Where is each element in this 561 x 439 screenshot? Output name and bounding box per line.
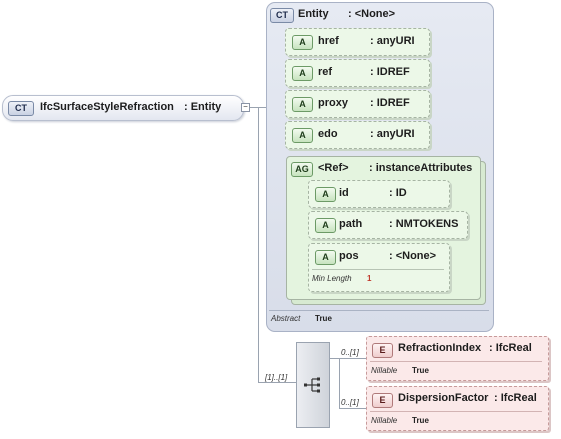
- element-type: : IfcReal: [494, 392, 537, 404]
- element-dispersion-factor[interactable]: E DispersionFactor : IfcReal Nillable Tr…: [366, 386, 549, 431]
- attribute-icon: A: [315, 187, 336, 202]
- attribute-name: pos: [339, 250, 359, 262]
- element-icon: E: [372, 343, 393, 358]
- connector: [339, 358, 340, 408]
- attribute-proxy[interactable]: A proxy : IDREF: [285, 90, 430, 118]
- attribute-icon: A: [315, 218, 336, 233]
- facet-label: Min Length: [312, 274, 352, 283]
- element-icon: E: [372, 393, 393, 408]
- element-name: DispersionFactor: [398, 392, 489, 404]
- sequence-icon: [304, 377, 320, 393]
- attribute-path[interactable]: A path : NMTOKENS: [308, 211, 468, 239]
- nillable-divider: [370, 361, 542, 362]
- connector: [258, 107, 266, 108]
- nillable-label: Nillable: [371, 416, 398, 425]
- abstract-divider: [269, 310, 489, 311]
- nillable-label: Nillable: [371, 366, 398, 375]
- attribute-name: id: [339, 187, 349, 199]
- root-type: : Entity: [184, 101, 222, 113]
- entity-name: Entity: [298, 8, 329, 20]
- attribute-group-icon: AG: [291, 162, 313, 177]
- attribute-icon: A: [315, 250, 336, 265]
- attribute-edo[interactable]: A edo : anyURI: [285, 121, 430, 149]
- attribute-id[interactable]: A id : ID: [308, 180, 450, 208]
- attribute-type: : ID: [389, 187, 407, 199]
- connector: [339, 408, 366, 409]
- connector: [258, 382, 296, 383]
- attribute-ref[interactable]: A ref : IDREF: [285, 59, 430, 87]
- attribute-name: href: [318, 35, 339, 47]
- attribute-icon: A: [292, 35, 313, 50]
- element-type: : IfcReal: [489, 342, 532, 354]
- sequence-multiplicity: [1]..[1]: [265, 373, 288, 382]
- abstract-value: True: [315, 314, 332, 323]
- attribute-icon: A: [292, 97, 313, 112]
- attribute-name: ref: [318, 66, 333, 78]
- attribute-icon: A: [292, 66, 313, 81]
- attribute-name: edo: [318, 128, 338, 140]
- element-multiplicity: 0..[1]: [341, 348, 359, 357]
- attribute-type: : anyURI: [370, 35, 415, 47]
- element-name: RefractionIndex: [398, 342, 482, 354]
- attribute-href[interactable]: A href : anyURI: [285, 28, 430, 56]
- attribute-name: proxy: [318, 97, 348, 109]
- attribute-name: path: [339, 218, 363, 230]
- attribute-group-type: : instanceAttributes: [369, 162, 473, 174]
- element-refraction-index[interactable]: E RefractionIndex : IfcReal Nillable Tru…: [366, 336, 549, 381]
- attribute-type: : <None>: [389, 250, 437, 262]
- element-multiplicity: 0..[1]: [341, 398, 359, 407]
- nillable-divider: [370, 411, 542, 412]
- entity-type: : <None>: [348, 8, 396, 20]
- abstract-label: Abstract: [271, 314, 301, 323]
- connector: [329, 358, 339, 359]
- attribute-icon: A: [292, 128, 313, 143]
- nillable-value: True: [412, 416, 429, 425]
- attribute-type: : IDREF: [370, 66, 410, 78]
- complex-type-icon: CT: [8, 101, 34, 116]
- attribute-type: : anyURI: [370, 128, 415, 140]
- attribute-type: : IDREF: [370, 97, 410, 109]
- attribute-group-name: <Ref>: [318, 162, 349, 174]
- root-complex-type[interactable]: CT IfcSurfaceStyleRefraction : Entity: [2, 95, 244, 121]
- attribute-pos[interactable]: A pos : <None> Min Length 1: [308, 243, 450, 292]
- facet-divider: [312, 269, 444, 270]
- connector: [258, 107, 259, 382]
- nillable-value: True: [412, 366, 429, 375]
- attribute-type: : NMTOKENS: [389, 218, 459, 230]
- complex-type-icon: CT: [270, 8, 294, 23]
- root-name: IfcSurfaceStyleRefraction: [40, 101, 174, 113]
- collapse-toggle[interactable]: −: [241, 103, 250, 112]
- connector: [339, 358, 366, 359]
- sequence-compositor[interactable]: [296, 342, 330, 428]
- facet-value: 1: [367, 274, 372, 283]
